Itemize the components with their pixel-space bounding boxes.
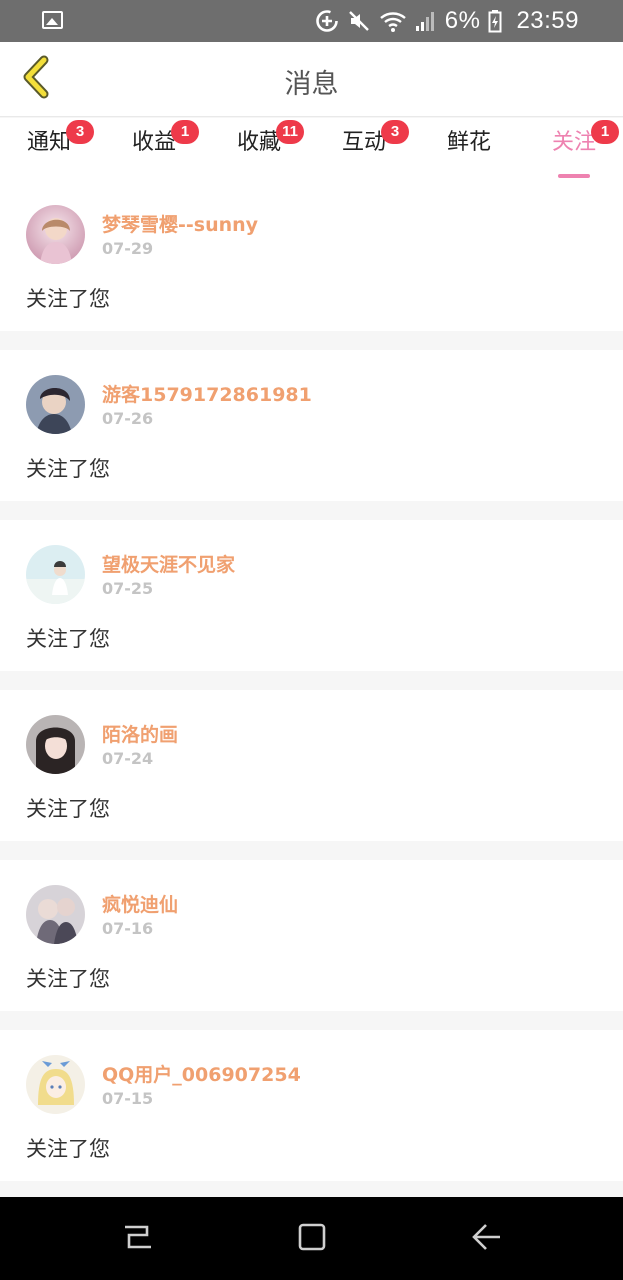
system-navigation-bar [0, 1197, 623, 1280]
back-arrow-icon [470, 1221, 502, 1257]
username[interactable]: 疯悦迪仙 [102, 890, 178, 917]
message-text: 关注了您 [26, 1137, 110, 1161]
tab-following[interactable]: 关注 1 [549, 120, 619, 178]
recent-apps-button[interactable] [117, 1219, 157, 1259]
unread-badge: 1 [591, 120, 619, 144]
message-text: 关注了您 [26, 457, 110, 481]
tab-flowers[interactable]: 鲜花 [444, 128, 494, 176]
avatar[interactable] [26, 375, 85, 434]
mute-icon [347, 9, 371, 33]
message-text: 关注了您 [26, 967, 110, 991]
list-item[interactable]: 疯悦迪仙 07-16 关注了您 [0, 860, 623, 1011]
battery-percent: 6% [444, 7, 481, 34]
gallery-icon [42, 11, 63, 29]
message-text: 关注了您 [26, 287, 110, 311]
timestamp: 07-26 [102, 409, 154, 428]
tab-earnings[interactable]: 收益 1 [129, 120, 199, 176]
tab-label: 鲜花 [446, 130, 491, 155]
list-item[interactable]: 望极天涯不见家 07-25 关注了您 [0, 520, 623, 671]
avatar[interactable] [26, 885, 85, 944]
clock: 23:59 [516, 7, 579, 34]
status-bar: 6% 23:59 [0, 0, 623, 42]
tab-interactions[interactable]: 互动 3 [339, 120, 409, 176]
list-item[interactable]: QQ用户_006907254 07-15 关注了您 [0, 1030, 623, 1181]
active-tab-indicator [558, 174, 590, 178]
username[interactable]: QQ用户_006907254 [102, 1060, 301, 1087]
home-icon [296, 1221, 328, 1257]
follow-notification-list: 梦琴雪樱--sunny 07-29 关注了您 游客1579172861981 0… [0, 180, 623, 1200]
avatar[interactable] [26, 205, 85, 264]
page-title: 消息 [284, 69, 339, 100]
username[interactable]: 梦琴雪樱--sunny [102, 210, 258, 237]
timestamp: 07-29 [102, 239, 154, 258]
timestamp: 07-24 [102, 749, 154, 768]
tab-notifications[interactable]: 通知 3 [24, 120, 94, 176]
back-nav-button[interactable] [466, 1219, 506, 1259]
list-item[interactable]: 游客1579172861981 07-26 关注了您 [0, 350, 623, 501]
data-saver-icon [315, 9, 339, 33]
home-button[interactable] [292, 1219, 332, 1259]
list-item[interactable]: 陌洛的画 07-24 关注了您 [0, 690, 623, 841]
timestamp: 07-16 [102, 919, 154, 938]
avatar[interactable] [26, 545, 85, 604]
unread-badge: 11 [276, 120, 304, 144]
avatar[interactable] [26, 715, 85, 774]
unread-badge: 3 [66, 120, 94, 144]
unread-badge: 3 [381, 120, 409, 144]
avatar[interactable] [26, 1055, 85, 1114]
battery-icon [488, 9, 502, 33]
wifi-icon [379, 9, 407, 33]
unread-badge: 1 [171, 120, 199, 144]
screen: 6% 23:59 消息 通知 3 收益 1 收藏 11 互动 3 鲜花 关注 1… [0, 0, 623, 1280]
recent-apps-icon [121, 1221, 153, 1257]
username[interactable]: 望极天涯不见家 [102, 550, 235, 577]
message-text: 关注了您 [26, 797, 110, 821]
tab-favorites[interactable]: 收藏 11 [234, 120, 304, 176]
signal-icon [415, 10, 435, 32]
message-text: 关注了您 [26, 627, 110, 651]
timestamp: 07-25 [102, 579, 154, 598]
timestamp: 07-15 [102, 1089, 154, 1108]
username[interactable]: 陌洛的画 [102, 720, 178, 747]
list-item[interactable]: 梦琴雪樱--sunny 07-29 关注了您 [0, 180, 623, 331]
status-icons: 6% 23:59 [315, 0, 579, 42]
username[interactable]: 游客1579172861981 [102, 380, 312, 407]
tab-bar: 通知 3 收益 1 收藏 11 互动 3 鲜花 关注 1 [0, 118, 623, 180]
header: 消息 [0, 42, 623, 117]
